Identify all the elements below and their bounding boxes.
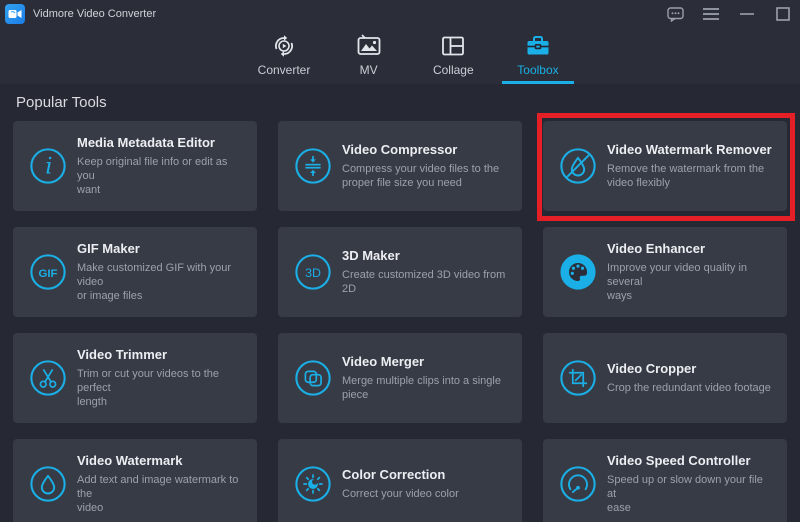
- tool-title: Color Correction: [342, 467, 459, 482]
- tools-grid: i Media Metadata Editor Keep original fi…: [13, 121, 787, 522]
- tool-title: Video Watermark Remover: [607, 142, 772, 157]
- gif-icon: GIF: [29, 253, 67, 291]
- tool-desc: Keep original file info or edit as you w…: [77, 155, 245, 197]
- window-title: Vidmore Video Converter: [33, 8, 156, 20]
- tab-mv[interactable]: MV: [331, 33, 407, 84]
- tool-desc: Add text and image watermark to the vide…: [77, 473, 245, 515]
- crop-icon: [559, 359, 597, 397]
- tool-card-video-merger[interactable]: Video Merger Merge multiple clips into a…: [278, 333, 522, 423]
- tool-card-video-watermark-remover[interactable]: Video Watermark Remover Remove the water…: [543, 121, 787, 211]
- tool-desc: Speed up or slow down your file at ease: [607, 473, 775, 515]
- compress-icon: [294, 147, 332, 185]
- tool-desc: Correct your video color: [342, 487, 459, 501]
- converter-icon: [271, 33, 297, 59]
- tool-title: Video Trimmer: [77, 347, 245, 362]
- toolbox-icon: [525, 33, 551, 59]
- svg-text:GIF: GIF: [39, 268, 58, 280]
- speedometer-icon: [559, 465, 597, 503]
- tool-desc: Merge multiple clips into a single piece: [342, 374, 501, 402]
- tab-collage[interactable]: Collage: [415, 33, 491, 84]
- tool-card-video-watermark[interactable]: Video Watermark Add text and image water…: [13, 439, 257, 522]
- tool-card-video-speed-controller[interactable]: Video Speed Controller Speed up or slow …: [543, 439, 787, 522]
- tool-desc: Create customized 3D video from 2D: [342, 268, 510, 296]
- info-icon: i: [29, 147, 67, 185]
- tool-card-media-metadata-editor[interactable]: i Media Metadata Editor Keep original fi…: [13, 121, 257, 211]
- tool-desc: Trim or cut your videos to the perfect l…: [77, 367, 245, 409]
- app-logo-icon: [5, 4, 25, 24]
- tool-desc: Compress your video files to the proper …: [342, 162, 499, 190]
- tool-card-video-enhancer[interactable]: Video Enhancer Improve your video qualit…: [543, 227, 787, 317]
- tool-title: Video Compressor: [342, 142, 499, 157]
- 3d-icon: 3D: [294, 253, 332, 291]
- watermark-remover-icon: [559, 147, 597, 185]
- window-controls: [664, 0, 794, 28]
- tool-desc: Make customized GIF with your video or i…: [77, 261, 245, 303]
- header-bar: Vidmore Video Converter: [0, 0, 800, 84]
- tool-title: Video Enhancer: [607, 241, 775, 256]
- tool-title: Video Speed Controller: [607, 453, 775, 468]
- tool-desc: Crop the redundant video footage: [607, 381, 771, 395]
- mv-icon: [356, 33, 382, 59]
- tool-card-gif-maker[interactable]: GIF GIF Maker Make customized GIF with y…: [13, 227, 257, 317]
- tool-card-video-compressor[interactable]: Video Compressor Compress your video fil…: [278, 121, 522, 211]
- waterdrop-icon: [29, 465, 67, 503]
- tab-mv-label: MV: [360, 63, 378, 77]
- tool-card-3d-maker[interactable]: 3D 3D Maker Create customized 3D video f…: [278, 227, 522, 317]
- tab-toolbox-label: Toolbox: [517, 63, 558, 77]
- active-tab-underline: [502, 81, 574, 84]
- palette-icon: [559, 253, 597, 291]
- hamburger-menu-icon[interactable]: [700, 3, 722, 25]
- tool-title: Media Metadata Editor: [77, 135, 245, 150]
- tab-collage-label: Collage: [433, 63, 474, 77]
- collage-icon: [440, 33, 466, 59]
- tool-desc: Remove the watermark from the video flex…: [607, 162, 772, 190]
- tool-desc: Improve your video quality in several wa…: [607, 261, 775, 303]
- tool-card-video-trimmer[interactable]: Video Trimmer Trim or cut your videos to…: [13, 333, 257, 423]
- tool-title: GIF Maker: [77, 241, 245, 256]
- merge-icon: [294, 359, 332, 397]
- tool-title: 3D Maker: [342, 248, 510, 263]
- svg-text:3D: 3D: [305, 266, 321, 280]
- titlebar: Vidmore Video Converter: [0, 0, 800, 28]
- maximize-icon[interactable]: [772, 3, 794, 25]
- tool-title: Video Watermark: [77, 453, 245, 468]
- tool-card-video-cropper[interactable]: Video Cropper Crop the redundant video f…: [543, 333, 787, 423]
- sun-icon: [294, 465, 332, 503]
- tab-bar: Converter MV Collage: [246, 33, 576, 84]
- tab-toolbox[interactable]: Toolbox: [500, 33, 576, 84]
- tool-title: Video Merger: [342, 354, 501, 369]
- tool-card-color-correction[interactable]: Color Correction Correct your video colo…: [278, 439, 522, 522]
- tool-title: Video Cropper: [607, 361, 771, 376]
- minimize-icon[interactable]: [736, 3, 758, 25]
- tab-converter[interactable]: Converter: [246, 33, 322, 84]
- scissors-icon: [29, 359, 67, 397]
- svg-text:i: i: [45, 154, 52, 180]
- tab-converter-label: Converter: [258, 63, 311, 77]
- feedback-button[interactable]: [664, 3, 686, 25]
- section-title: Popular Tools: [16, 94, 107, 111]
